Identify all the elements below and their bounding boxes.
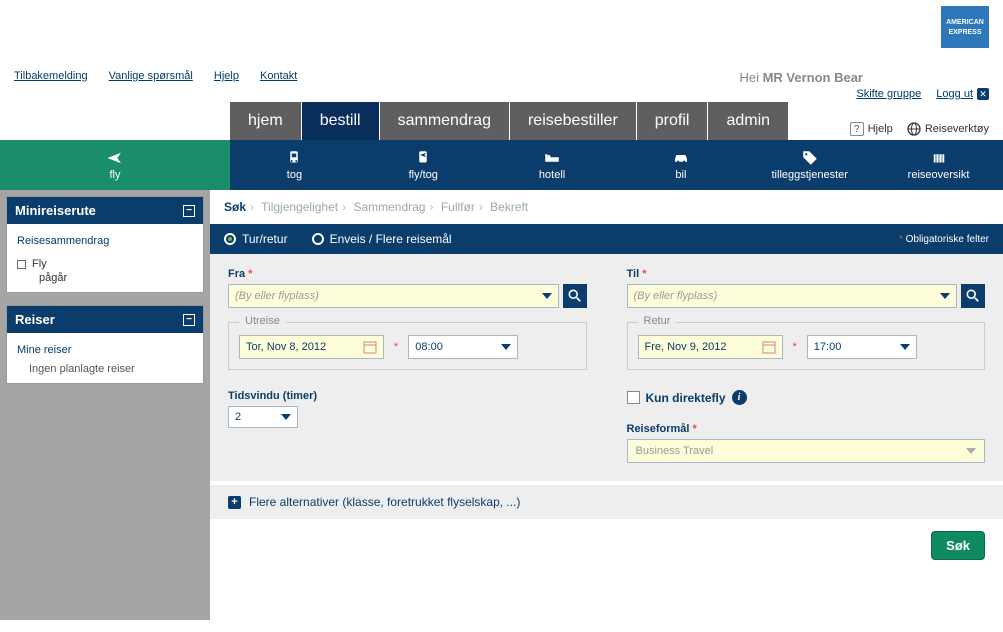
nav-extras[interactable]: tilleggstjenester	[745, 140, 874, 190]
direct-only-checkbox[interactable]	[627, 391, 640, 404]
breadcrumb: Søk› Tilgjengelighet› Sammendrag› Fullfø…	[210, 190, 1003, 224]
chevron-down-icon	[501, 344, 511, 350]
calendar-icon	[762, 340, 776, 354]
logout-link[interactable]: Logg ut✕	[936, 88, 989, 100]
mandatory-note: * Obligatoriske felter	[899, 234, 989, 245]
outbound-legend: Utreise	[239, 315, 286, 327]
bed-icon	[542, 149, 562, 167]
greeting: Hei MR Vernon Bear	[739, 70, 863, 85]
radio-icon	[224, 233, 236, 245]
mini-itinerary-title: Minireiserute	[15, 203, 96, 218]
tab-admin[interactable]: admin	[708, 102, 788, 140]
no-trips-text: Ingen planlagte reiser	[17, 359, 193, 375]
trip-summary-link[interactable]: Reisesammendrag	[17, 232, 193, 250]
to-input[interactable]: (By eller flyplass)	[627, 284, 958, 308]
nav-hotel[interactable]: hotell	[488, 140, 617, 190]
return-date-input[interactable]: Fre, Nov 9, 2012	[638, 335, 783, 359]
feedback-link[interactable]: Tilbakemelding	[14, 70, 88, 82]
switch-group-link[interactable]: Skifte gruppe	[856, 88, 921, 100]
info-icon[interactable]: i	[732, 390, 747, 405]
return-time-select[interactable]: 17:00	[807, 335, 917, 359]
collapse-icon[interactable]: −	[183, 314, 195, 326]
outbound-date-input[interactable]: Tor, Nov 8, 2012	[239, 335, 384, 359]
tab-arranger[interactable]: reisebestiller	[510, 102, 636, 140]
nav-fly-train[interactable]: fly/tog	[359, 140, 488, 190]
chevron-down-icon	[542, 293, 552, 299]
amex-logo: AMERICAN EXPRESS	[941, 6, 989, 48]
from-label: Fra *	[228, 268, 587, 280]
svg-text:EXPRESS: EXPRESS	[948, 29, 981, 36]
to-label: Til *	[627, 268, 986, 280]
purpose-select[interactable]: Business Travel	[627, 439, 986, 463]
plus-icon: +	[228, 496, 241, 509]
chevron-down-icon	[940, 293, 950, 299]
from-input[interactable]: (By eller flyplass)	[228, 284, 559, 308]
search-button[interactable]: Søk	[931, 531, 985, 560]
timewindow-label: Tidsvindu (timer)	[228, 390, 587, 402]
car-icon	[671, 149, 691, 167]
tag-icon	[800, 149, 820, 167]
plane-icon	[105, 149, 125, 167]
nav-train[interactable]: tog	[230, 140, 359, 190]
return-legend: Retur	[638, 315, 677, 327]
to-search-button[interactable]	[961, 284, 985, 308]
globe-icon	[907, 122, 921, 136]
search-icon	[568, 289, 582, 303]
collapse-icon[interactable]: −	[183, 205, 195, 217]
trips-title: Reiser	[15, 312, 55, 327]
tab-summary[interactable]: sammendrag	[380, 102, 509, 140]
nav-car[interactable]: bil	[616, 140, 745, 190]
travel-tools-button[interactable]: Reiseverktøy	[907, 122, 989, 136]
nav-overview[interactable]: reiseoversikt	[874, 140, 1003, 190]
plane-train-icon	[413, 149, 433, 167]
close-icon: ✕	[977, 88, 989, 100]
trip-type-oneway[interactable]: Enveis / Flere reisemål	[312, 232, 452, 246]
tab-profile[interactable]: profil	[637, 102, 708, 140]
calendar-icon	[363, 340, 377, 354]
svg-text:AMERICAN: AMERICAN	[946, 19, 984, 26]
from-search-button[interactable]	[563, 284, 587, 308]
outbound-time-select[interactable]: 08:00	[408, 335, 518, 359]
tree-toggle-icon[interactable]	[17, 260, 26, 269]
search-icon	[966, 289, 980, 303]
timewindow-select[interactable]: 2	[228, 406, 298, 428]
chevron-down-icon	[900, 344, 910, 350]
contact-link[interactable]: Kontakt	[260, 70, 297, 82]
tab-book[interactable]: bestill	[302, 102, 379, 140]
question-icon: ?	[850, 122, 864, 136]
help-link[interactable]: Hjelp	[214, 70, 239, 82]
nav-fly[interactable]: fly	[0, 140, 230, 190]
my-trips-link[interactable]: Mine reiser	[17, 341, 193, 359]
radio-icon	[312, 233, 324, 245]
more-options-toggle[interactable]: + Flere alternativer (klasse, foretrukke…	[210, 481, 1003, 519]
help-button[interactable]: ?Hjelp	[850, 122, 893, 136]
faq-link[interactable]: Vanlige spørsmål	[109, 70, 193, 82]
trip-type-return[interactable]: Tur/retur	[224, 232, 288, 246]
fly-segment-label: Fly	[32, 258, 47, 270]
chevron-down-icon	[281, 414, 291, 420]
purpose-label: Reiseformål *	[627, 423, 986, 435]
train-icon	[284, 149, 304, 167]
tab-home[interactable]: hjem	[230, 102, 301, 140]
chevron-down-icon	[966, 448, 976, 454]
cart-icon	[929, 149, 949, 167]
direct-only-label: Kun direktefly	[646, 391, 726, 405]
fly-status: pågår	[17, 272, 193, 284]
